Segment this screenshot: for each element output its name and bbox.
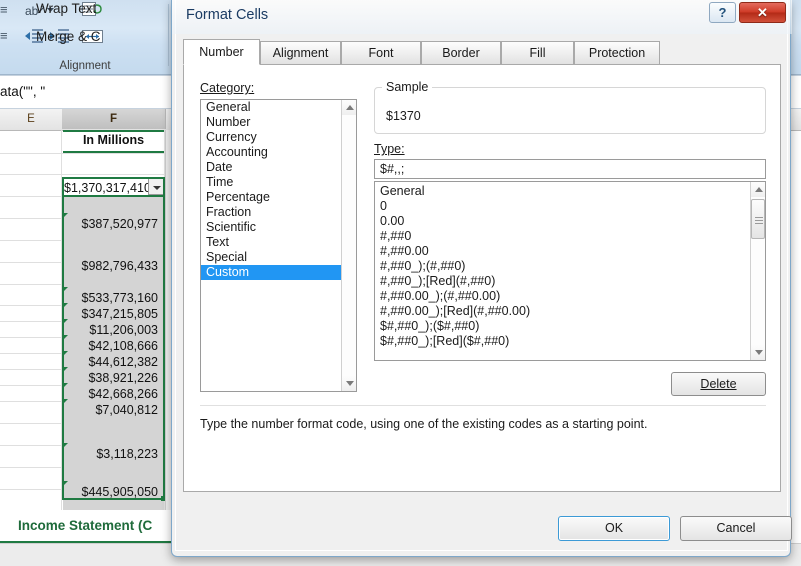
- type-item[interactable]: $#,##0_);[Red]($#,##0): [375, 334, 749, 349]
- ribbon-group-label: Alignment: [59, 60, 111, 72]
- header-bottom-rule: [63, 151, 164, 153]
- format-cells-dialog: Format Cells ? ✕ Number Alignment Font B…: [171, 0, 792, 557]
- category-item-custom[interactable]: Custom: [201, 265, 342, 280]
- category-scroll-down-button[interactable]: [342, 376, 356, 391]
- wrap-text-label[interactable]: Wrap Text: [36, 1, 96, 16]
- category-item-text[interactable]: Text: [201, 235, 342, 250]
- type-item[interactable]: #,##0: [375, 229, 749, 244]
- ribbon-group-divider: [168, 4, 169, 66]
- type-scroll-up-button[interactable]: [751, 182, 765, 197]
- cancel-button[interactable]: Cancel: [680, 516, 792, 541]
- type-item[interactable]: #,##0.00_);(#,##0.00): [375, 289, 749, 304]
- header-top-rule: [63, 130, 164, 132]
- category-item-special[interactable]: Special: [201, 250, 342, 265]
- category-scrollbar[interactable]: [341, 100, 356, 391]
- delete-button[interactable]: Delete: [671, 372, 766, 396]
- tab-font[interactable]: Font: [341, 41, 421, 65]
- close-button[interactable]: ✕: [739, 2, 786, 23]
- sheet-tab-label[interactable]: Income Statement (C: [18, 518, 152, 533]
- align-bottom-icon[interactable]: ≡: [0, 28, 12, 43]
- type-item[interactable]: #,##0_);[Red](#,##0): [375, 274, 749, 289]
- category-label: Category:: [200, 81, 254, 95]
- category-item-general[interactable]: General: [201, 100, 342, 115]
- delete-button-label: Delete: [700, 377, 737, 391]
- dialog-tab-strip: Number Alignment Font Border Fill Protec…: [183, 39, 781, 65]
- type-item[interactable]: #,##0.00_);[Red](#,##0.00): [375, 304, 749, 319]
- cell-f-header[interactable]: In Millions: [63, 133, 164, 147]
- category-item-accounting[interactable]: Accounting: [201, 145, 342, 160]
- category-item-currency[interactable]: Currency: [201, 130, 342, 145]
- formula-bar-text[interactable]: ata("", ": [0, 84, 45, 99]
- type-scroll-down-button[interactable]: [751, 345, 765, 360]
- category-item-date[interactable]: Date: [201, 160, 342, 175]
- help-button[interactable]: ?: [709, 2, 736, 23]
- tab-border[interactable]: Border: [421, 41, 501, 65]
- sample-value: $1370: [386, 109, 421, 123]
- number-tab-panel: Category: General Number Currency Accoun…: [183, 64, 781, 492]
- hint-text: Type the number format code, using one o…: [200, 417, 648, 431]
- chevron-up-icon: [346, 105, 354, 110]
- merge-center-label[interactable]: Merge & C: [36, 29, 101, 44]
- type-input[interactable]: $#,,;: [374, 159, 766, 179]
- type-item[interactable]: 0.00: [375, 214, 749, 229]
- category-scroll-up-button[interactable]: [342, 100, 356, 115]
- sample-group-title: Sample: [382, 80, 433, 94]
- column-header-f[interactable]: F: [62, 109, 166, 129]
- type-scroll-thumb[interactable]: [751, 199, 765, 239]
- type-label-text: Type:: [374, 142, 405, 156]
- category-item-scientific[interactable]: Scientific: [201, 220, 342, 235]
- category-item-fraction[interactable]: Fraction: [201, 205, 342, 220]
- type-item[interactable]: 0: [375, 199, 749, 214]
- category-item-percentage[interactable]: Percentage: [201, 190, 342, 205]
- chevron-down-icon: [755, 350, 763, 355]
- ok-button[interactable]: OK: [558, 516, 670, 541]
- dialog-title: Format Cells: [186, 7, 269, 23]
- category-label-text: Category:: [200, 81, 255, 95]
- tab-alignment[interactable]: Alignment: [260, 41, 341, 65]
- tab-number[interactable]: Number: [183, 39, 260, 65]
- type-listbox[interactable]: General 0 0.00 #,##0 #,##0.00 #,##0_);(#…: [374, 181, 766, 361]
- tab-protection[interactable]: Protection: [574, 41, 660, 65]
- panel-divider: [200, 405, 766, 406]
- category-listbox[interactable]: General Number Currency Accounting Date …: [200, 99, 357, 392]
- type-item[interactable]: #,##0.00: [375, 244, 749, 259]
- chevron-down-icon: [346, 381, 354, 386]
- type-item[interactable]: $#,##0_);($#,##0): [375, 319, 749, 334]
- type-item[interactable]: General: [375, 184, 749, 199]
- type-item[interactable]: #,##0_);(#,##0): [375, 259, 749, 274]
- dialog-title-bar[interactable]: Format Cells ? ✕: [172, 0, 792, 34]
- column-header-e[interactable]: E: [0, 109, 63, 129]
- tab-fill[interactable]: Fill: [501, 41, 574, 65]
- category-item-number[interactable]: Number: [201, 115, 342, 130]
- type-label: Type:: [374, 142, 405, 156]
- category-item-time[interactable]: Time: [201, 175, 342, 190]
- type-scrollbar[interactable]: [750, 182, 765, 360]
- selection-outline: [62, 177, 165, 500]
- chevron-up-icon: [755, 187, 763, 192]
- sample-groupbox: [374, 87, 766, 134]
- align-top-icon[interactable]: ≡: [0, 2, 12, 17]
